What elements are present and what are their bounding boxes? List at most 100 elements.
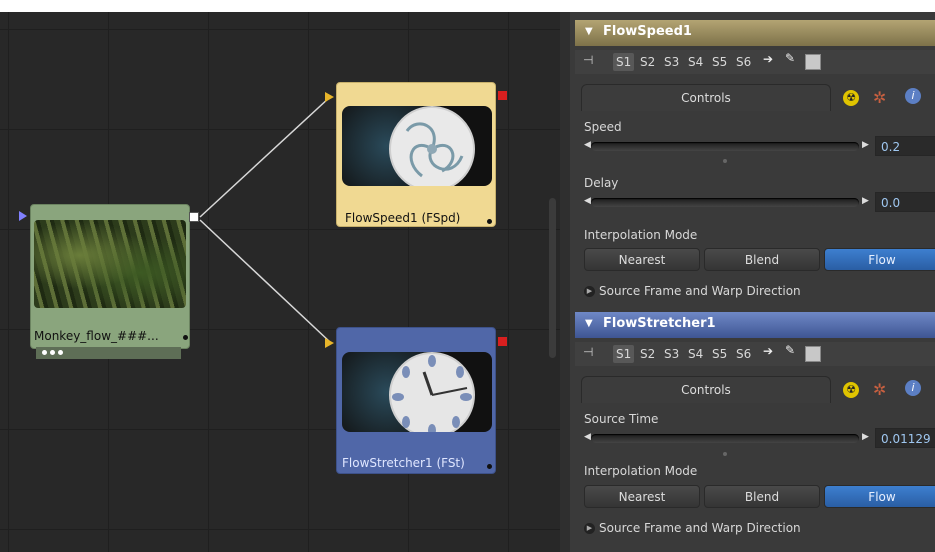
arrow-icon[interactable]: ➔ bbox=[763, 344, 773, 358]
interpolation-mode-label: Interpolation Mode bbox=[584, 228, 698, 242]
delay-label: Delay bbox=[584, 176, 619, 190]
mode-nearest-button[interactable]: Nearest bbox=[584, 485, 700, 508]
flowspeed-input-port[interactable] bbox=[325, 92, 334, 102]
flowspeed-output-port[interactable] bbox=[498, 91, 507, 100]
delay-decrement-icon[interactable]: ◀ bbox=[584, 196, 591, 206]
flowspeed-section-header[interactable]: ▼ FlowSpeed1 bbox=[575, 20, 935, 46]
loader-output-port[interactable] bbox=[189, 212, 199, 222]
mode-flow-button[interactable]: Flow bbox=[824, 485, 935, 508]
mode-blend-button[interactable]: Blend bbox=[704, 248, 820, 271]
delay-slider[interactable] bbox=[591, 198, 859, 207]
info-icon[interactable]: i bbox=[905, 380, 921, 396]
loader-node-label: Monkey_flow_###... bbox=[34, 329, 159, 343]
radioactive-icon[interactable]: ☢ bbox=[843, 90, 859, 106]
slot-s5[interactable]: S5 bbox=[709, 53, 730, 71]
slot-s2[interactable]: S2 bbox=[637, 345, 658, 363]
disclosure-label: Source Frame and Warp Direction bbox=[599, 284, 801, 298]
interpolation-mode-label: Interpolation Mode bbox=[584, 464, 698, 478]
radioactive-icon[interactable]: ☢ bbox=[843, 382, 859, 398]
source-frame-disclosure[interactable]: ▶ Source Frame and Warp Direction bbox=[584, 284, 801, 298]
flowspeed-swirl-icon bbox=[389, 106, 475, 186]
source-time-increment-icon[interactable]: ▶ bbox=[862, 432, 869, 442]
mode-flow-button[interactable]: Flow bbox=[824, 248, 935, 271]
loader-node-indicator bbox=[183, 335, 188, 340]
flowstretcher-toolbar: ⊣ S1 S2 S3 S4 S5 S6 ➔ ✎ bbox=[575, 342, 935, 366]
picker-icon[interactable]: ✎ bbox=[785, 51, 795, 65]
mode-blend-button[interactable]: Blend bbox=[704, 485, 820, 508]
inspector-panel: ▼ FlowSpeed1 ⊣ S1 S2 S3 S4 S5 S6 ➔ ✎ Con… bbox=[570, 12, 935, 552]
connection-loader-to-flowstretcher bbox=[199, 219, 331, 343]
slot-s3[interactable]: S3 bbox=[661, 53, 682, 71]
speed-increment-icon[interactable]: ▶ bbox=[862, 140, 869, 150]
delay-value-field[interactable]: 0.0 bbox=[875, 192, 935, 212]
flowstretcher-node[interactable]: FlowStretcher1 (FSt) bbox=[336, 327, 496, 474]
panel-splitter[interactable] bbox=[560, 12, 570, 552]
expand-icon: ▶ bbox=[584, 286, 595, 297]
section-title: FlowSpeed1 bbox=[603, 24, 692, 39]
flow-view[interactable]: Monkey_flow_###... FlowSpeed1 (FSpd) Flo… bbox=[0, 12, 560, 552]
flowstretcher-clock-icon bbox=[389, 352, 475, 432]
expand-icon: ▶ bbox=[584, 523, 595, 534]
flowspeed-thumbnail bbox=[342, 106, 492, 186]
source-time-value-field[interactable]: 0.01129 bbox=[875, 428, 935, 448]
source-time-label: Source Time bbox=[584, 412, 659, 426]
picker-icon[interactable]: ✎ bbox=[785, 343, 795, 357]
loader-node[interactable]: Monkey_flow_###... bbox=[30, 204, 190, 349]
source-time-decrement-icon[interactable]: ◀ bbox=[584, 432, 591, 442]
speed-decrement-icon[interactable]: ◀ bbox=[584, 140, 591, 150]
source-frame-disclosure[interactable]: ▶ Source Frame and Warp Direction bbox=[584, 521, 801, 535]
slot-s2[interactable]: S2 bbox=[637, 53, 658, 71]
loader-thumbnail bbox=[34, 220, 186, 308]
info-icon[interactable]: i bbox=[905, 88, 921, 104]
flowstretcher-section: ▼ FlowStretcher1 ⊣ S1 S2 S3 S4 S5 S6 ➔ ✎… bbox=[575, 302, 935, 552]
flowspeed-node[interactable]: FlowSpeed1 (FSpd) bbox=[336, 82, 496, 227]
tab-controls[interactable]: Controls bbox=[581, 376, 831, 403]
flowspeed-node-indicator bbox=[487, 219, 492, 224]
slot-s1[interactable]: S1 bbox=[613, 53, 635, 71]
source-time-slider[interactable] bbox=[591, 434, 859, 443]
slot-s3[interactable]: S3 bbox=[661, 345, 682, 363]
connection-loader-to-flowspeed bbox=[199, 96, 331, 218]
slot-s4[interactable]: S4 bbox=[685, 345, 706, 363]
speed-value-field[interactable]: 0.2 bbox=[875, 136, 935, 156]
slot-s6[interactable]: S6 bbox=[733, 345, 754, 363]
pin-icon[interactable]: ⊣ bbox=[583, 345, 593, 359]
collapse-triangle-icon[interactable]: ▼ bbox=[585, 318, 593, 329]
loader-dot-1 bbox=[42, 350, 47, 355]
save-icon[interactable] bbox=[805, 346, 821, 362]
mode-nearest-button[interactable]: Nearest bbox=[584, 248, 700, 271]
flowspeed-node-label: FlowSpeed1 (FSpd) bbox=[345, 211, 461, 225]
flowstretcher-thumbnail bbox=[342, 352, 492, 432]
delay-increment-icon[interactable]: ▶ bbox=[862, 196, 869, 206]
arrow-icon[interactable]: ➔ bbox=[763, 52, 773, 66]
flowstretcher-node-indicator bbox=[487, 464, 492, 469]
loader-input-port[interactable] bbox=[19, 211, 27, 221]
slot-s1[interactable]: S1 bbox=[613, 345, 635, 363]
top-strip bbox=[0, 0, 935, 12]
flowstretcher-output-port[interactable] bbox=[498, 337, 507, 346]
speed-default-marker bbox=[723, 159, 727, 163]
flowstretcher-input-port[interactable] bbox=[325, 338, 334, 348]
loader-dot-3 bbox=[58, 350, 63, 355]
slot-s4[interactable]: S4 bbox=[685, 53, 706, 71]
collapse-triangle-icon[interactable]: ▼ bbox=[585, 26, 593, 37]
loader-dots bbox=[36, 347, 181, 359]
flowstretcher-node-label: FlowStretcher1 (FSt) bbox=[342, 456, 465, 470]
gear-icon[interactable]: ✲ bbox=[873, 88, 886, 107]
flowstretcher-section-header[interactable]: ▼ FlowStretcher1 bbox=[575, 312, 935, 338]
slot-s5[interactable]: S5 bbox=[709, 345, 730, 363]
save-icon[interactable] bbox=[805, 54, 821, 70]
disclosure-label: Source Frame and Warp Direction bbox=[599, 521, 801, 535]
source-time-default-marker bbox=[723, 452, 727, 456]
speed-slider[interactable] bbox=[591, 142, 859, 151]
flowspeed-section: ▼ FlowSpeed1 ⊣ S1 S2 S3 S4 S5 S6 ➔ ✎ Con… bbox=[575, 12, 935, 302]
slot-s6[interactable]: S6 bbox=[733, 53, 754, 71]
pin-icon[interactable]: ⊣ bbox=[583, 53, 593, 67]
flow-scrollbar[interactable] bbox=[549, 198, 556, 358]
loader-dot-2 bbox=[50, 350, 55, 355]
flowspeed-toolbar: ⊣ S1 S2 S3 S4 S5 S6 ➔ ✎ bbox=[575, 50, 935, 74]
gear-icon[interactable]: ✲ bbox=[873, 380, 886, 399]
speed-label: Speed bbox=[584, 120, 622, 134]
tab-controls[interactable]: Controls bbox=[581, 84, 831, 111]
section-title: FlowStretcher1 bbox=[603, 316, 716, 331]
